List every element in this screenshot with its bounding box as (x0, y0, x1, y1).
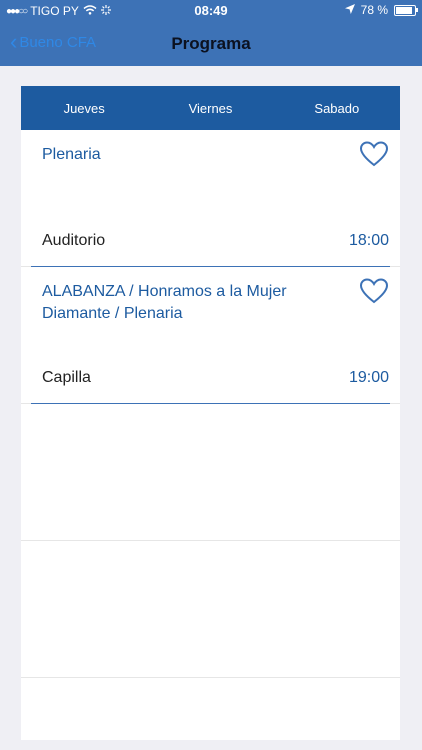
tab-sabado[interactable]: Sabado (274, 86, 400, 130)
event-place: Capilla (42, 369, 91, 386)
location-arrow-icon (344, 3, 355, 17)
battery-percent: 78 % (360, 3, 388, 17)
status-bar: ●●●○○ TIGO PY 08:49 78 % (0, 0, 422, 22)
event-place: Auditorio (42, 232, 106, 249)
battery-icon (394, 4, 418, 16)
tab-viernes[interactable]: Viernes (147, 86, 273, 130)
event-item[interactable]: Plenaria Auditorio 18:00 (21, 130, 400, 267)
heart-icon[interactable] (359, 277, 389, 305)
event-title: ALABANZA / Honramos a la Mujer Diamante … (42, 283, 287, 322)
empty-row (21, 541, 400, 678)
event-time: 19:00 (348, 369, 389, 386)
event-time: 18:00 (348, 232, 389, 249)
event-item[interactable]: ALABANZA / Honramos a la Mujer Diamante … (21, 267, 400, 404)
tab-jueves[interactable]: Jueves (21, 86, 147, 130)
status-right: 78 % (344, 3, 418, 17)
day-tabs: Jueves Viernes Sabado (21, 86, 400, 130)
event-title: Plenaria (42, 146, 101, 163)
empty-row (21, 404, 400, 541)
navigation-bar: ‹ Bueno CFA Programa (0, 22, 422, 66)
heart-icon[interactable] (359, 140, 389, 168)
program-card: Jueves Viernes Sabado Plenaria Auditorio… (21, 86, 400, 740)
page-title: Programa (171, 34, 251, 53)
